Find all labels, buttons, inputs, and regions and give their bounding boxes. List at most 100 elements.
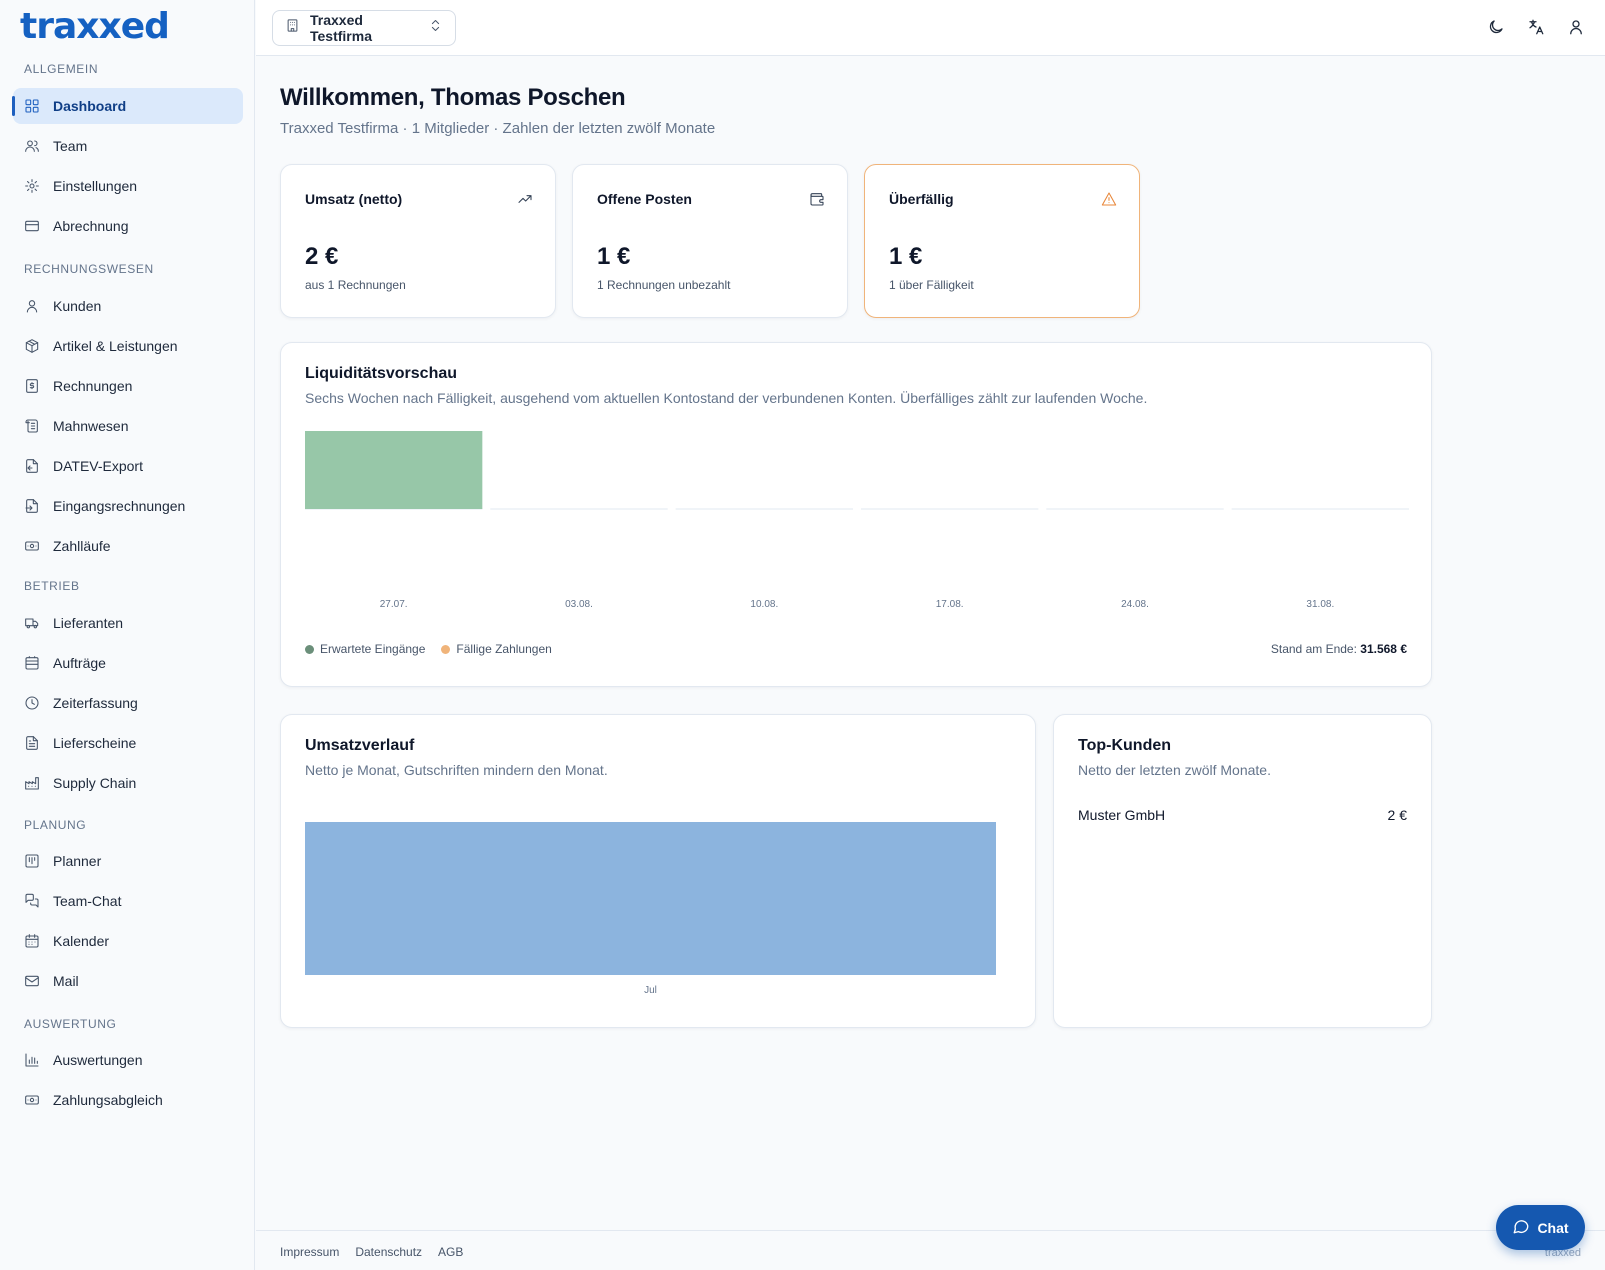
sidebar-item-label: Lieferanten [53, 615, 124, 631]
bar-chart-icon [24, 1052, 40, 1068]
chart-tick-label: 31.08. [1306, 599, 1334, 610]
legend-dot [441, 644, 451, 654]
chevrons-up-down-icon [428, 18, 443, 38]
sidebar: traxxed ALLGEMEIN Dashboard Team Einstellun… [0, 0, 255, 1270]
sidebar-item-zahlungsabgleich[interactable]: Zahlungsabgleich [13, 1082, 243, 1118]
sidebar-item-abrechnung[interactable]: Abrechnung [13, 208, 243, 244]
sidebar-item-auswertungen[interactable]: Auswertungen [13, 1042, 243, 1078]
sidebar-section-title: RECHNUNGSWESEN [24, 262, 154, 276]
footer-link-impressum[interactable]: Impressum [280, 1245, 339, 1259]
sidebar-item-mahnwesen[interactable]: Mahnwesen [13, 408, 243, 444]
sidebar-item-label: Einstellungen [53, 178, 138, 194]
customer-name: Muster GmbH [1078, 807, 1166, 823]
sidebar-item-label: Aufträge [53, 655, 106, 671]
moon-icon[interactable] [1487, 18, 1505, 36]
sidebar-item-label: Mail [53, 973, 79, 989]
balance-label: Stand am Ende: [1270, 642, 1357, 656]
sidebar-item-label: Zeiterfassung [53, 695, 138, 711]
customer-row[interactable]: Muster GmbH 2 € [1078, 807, 1407, 823]
balance-at-end: Stand am Ende: 31.568 € [1271, 642, 1407, 656]
user-icon [24, 298, 40, 314]
sidebar-item-aufträge[interactable]: Aufträge [13, 645, 243, 681]
chart-tick-label: 27.07. [380, 599, 408, 610]
sidebar-item-label: Team-Chat [53, 893, 122, 909]
sidebar-item-kunden[interactable]: Kunden [13, 288, 243, 324]
kpi-note: 1 über Fälligkeit [889, 278, 974, 292]
sidebar-item-eingangsrechnungen[interactable]: Eingangsrechnungen [13, 488, 243, 524]
gear-icon [24, 178, 40, 194]
truck-icon [24, 615, 40, 631]
top-customers-card: Top-Kunden Netto der letzten zwölf Monat… [1053, 714, 1432, 1028]
chart-tick-label: 10.08. [750, 599, 778, 610]
sidebar-item-artikel-leistungen[interactable]: Artikel & Leistungen [13, 328, 243, 364]
sidebar-item-label: Zahlungsabgleich [53, 1092, 163, 1108]
chart-tick-label: 03.08. [565, 599, 593, 610]
translate-icon[interactable] [1527, 18, 1545, 36]
legend-label: Fällige Zahlungen [456, 642, 552, 656]
users-icon [24, 138, 40, 154]
kpi-value: 1 € [889, 243, 923, 270]
liquidity-card: Liquiditätsvorschau Sechs Wochen nach Fä… [280, 342, 1432, 687]
sidebar-item-zahlläufe[interactable]: Zahlläufe [13, 528, 243, 564]
credit-card-icon [24, 218, 40, 234]
sidebar-item-label: Kunden [53, 298, 102, 314]
calendar-icon [24, 933, 40, 949]
sidebar-item-lieferscheine[interactable]: Lieferscheine [13, 725, 243, 761]
kpi-title: Umsatz (netto) [305, 191, 403, 207]
mail-icon [24, 973, 40, 989]
logo[interactable]: traxxed [20, 6, 170, 47]
sidebar-item-label: Zahlläufe [53, 538, 111, 554]
legend-item: Erwartete Eingänge [305, 642, 425, 656]
kanban-icon [24, 853, 40, 869]
sidebar-item-planner[interactable]: Planner [13, 843, 243, 879]
chart-tick-label: 24.08. [1121, 599, 1149, 610]
sidebar-item-label: Kalender [53, 933, 110, 949]
sidebar-item-dashboard[interactable]: Dashboard [12, 88, 243, 124]
sidebar-item-mail[interactable]: Mail [13, 963, 243, 999]
kpi-title: Überfällig [889, 191, 954, 207]
top-customers-subtitle: Netto der letzten zwölf Monate. [1078, 762, 1271, 778]
chart-bar-revenue[interactable] [305, 822, 996, 975]
sidebar-item-team-chat[interactable]: Team-Chat [13, 883, 243, 919]
chat-button[interactable]: Chat [1496, 1205, 1585, 1250]
file-import-icon [24, 498, 40, 514]
receipt-icon [24, 378, 40, 394]
building-icon [285, 18, 300, 38]
sidebar-item-zeiterfassung[interactable]: Zeiterfassung [13, 685, 243, 721]
file-export-icon [24, 458, 40, 474]
sidebar-item-datev-export[interactable]: DATEV-Export [13, 448, 243, 484]
sidebar-section-title: BETRIEB [24, 579, 80, 593]
liquidity-chart: 27.07. 03.08. 10.08. 17.08. 24.08. 31.08. [305, 431, 1409, 610]
liquidity-legend: Erwartete Eingänge Fällige Zahlungen [305, 642, 552, 656]
sidebar-item-team[interactable]: Team [13, 128, 243, 164]
kpi-card-offene-posten: Offene Posten 1 € 1 Rechnungen unbezahlt [572, 164, 848, 318]
balance-value: 31.568 € [1360, 642, 1407, 656]
sidebar-item-label: Auswertungen [53, 1052, 143, 1068]
sidebar-item-label: Abrechnung [53, 218, 129, 234]
sidebar-item-kalender[interactable]: Kalender [13, 923, 243, 959]
kpi-card-umsatz: Umsatz (netto) 2 € aus 1 Rechnungen [280, 164, 556, 318]
footer-link-agb[interactable]: AGB [438, 1245, 463, 1259]
company-switcher[interactable]: Traxxed Testfirma [272, 10, 456, 46]
main-content: Willkommen, Thomas Poschen Traxxed Testf… [256, 56, 1605, 1230]
sidebar-item-label: Lieferscheine [53, 735, 137, 751]
footer-link-datenschutz[interactable]: Datenschutz [355, 1245, 422, 1259]
chart-tick-label: 17.08. [936, 599, 964, 610]
sidebar-item-label: Mahnwesen [53, 418, 129, 434]
trending-up-icon [517, 191, 533, 207]
sidebar-section-title: PLANUNG [24, 818, 87, 832]
user-icon[interactable] [1567, 18, 1585, 36]
sidebar-item-supply-chain[interactable]: Supply Chain [13, 765, 243, 801]
sidebar-item-lieferanten[interactable]: Lieferanten [13, 605, 243, 641]
banknote-icon [24, 1092, 40, 1108]
page-subtitle: Traxxed Testfirma · 1 Mitglieder · Zahle… [280, 120, 716, 137]
sidebar-item-rechnungen[interactable]: Rechnungen [13, 368, 243, 404]
revenue-card: Umsatzverlauf Netto je Monat, Gutschrift… [280, 714, 1036, 1028]
chart-bar-inflow[interactable] [305, 431, 483, 509]
sidebar-item-einstellungen[interactable]: Einstellungen [13, 168, 243, 204]
footer: Impressum Datenschutz AGB traxxed [256, 1230, 1605, 1270]
customer-value: 2 € [1387, 807, 1407, 823]
kpi-title: Offene Posten [597, 191, 692, 207]
dashboard-icon [24, 98, 40, 114]
sidebar-section-title: ALLGEMEIN [24, 62, 99, 76]
